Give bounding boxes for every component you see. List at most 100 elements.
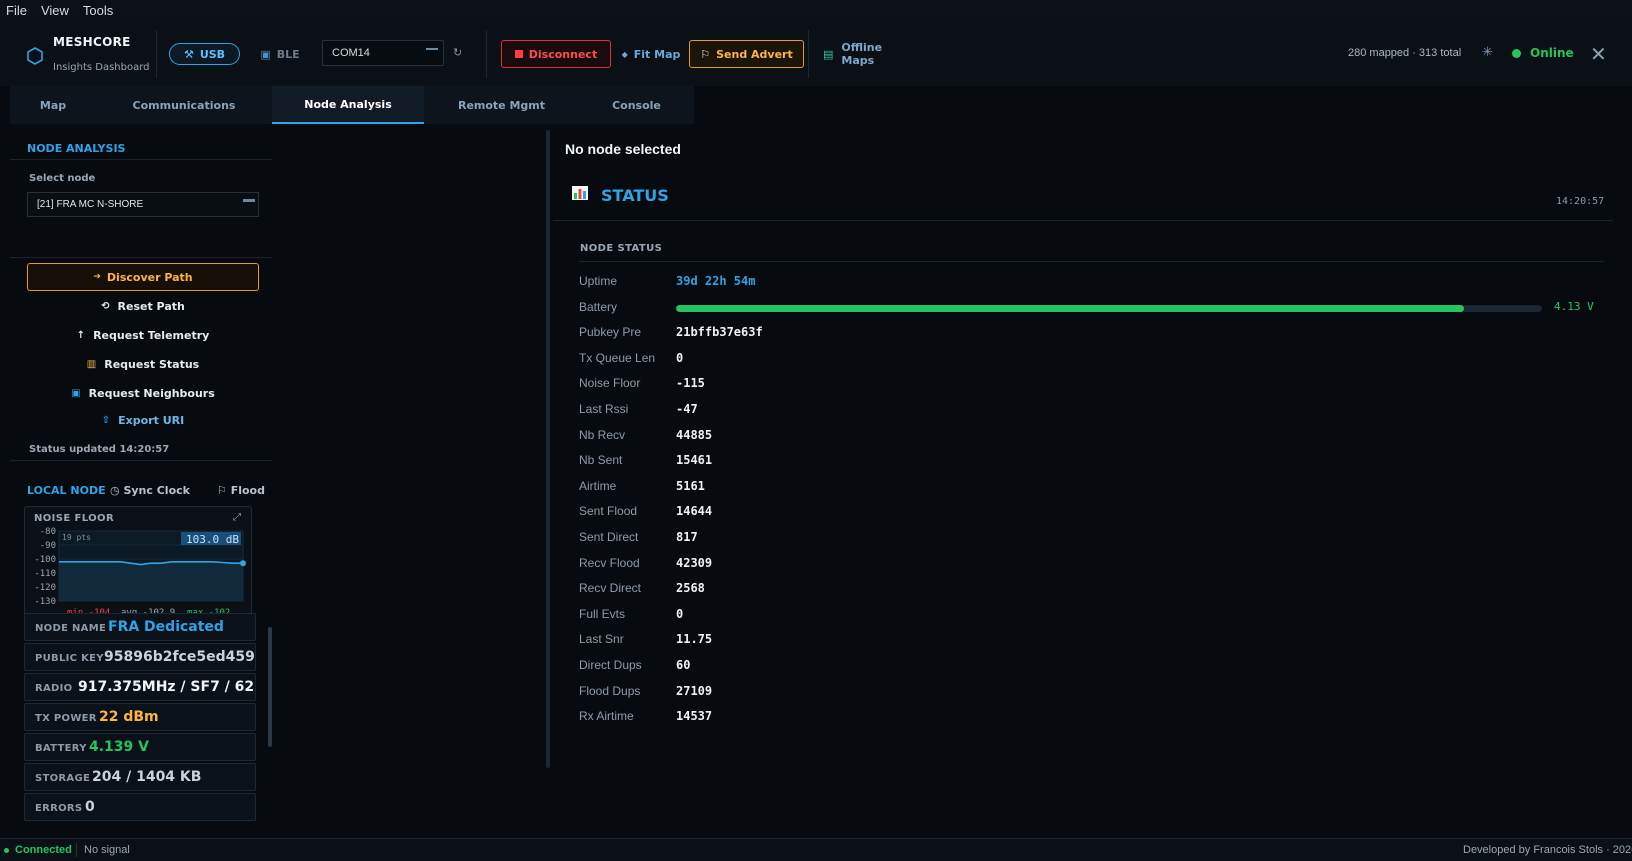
status-key: Nb Recv [579, 427, 626, 442]
y-tick-label: -80 [40, 527, 56, 537]
status-row: Tx Queue Len 0 [579, 348, 1599, 368]
settings-icon[interactable]: ✳ [1482, 45, 1493, 60]
request-status-button[interactable]: ▥ Request Status [27, 353, 259, 375]
usb-button[interactable]: ⚒ USB [169, 43, 240, 65]
send-advert-button[interactable]: ⚐ Send Advert [689, 40, 804, 68]
developer-credit: Developed by Francois Stols · 2026 [1463, 844, 1632, 856]
battery-progress-fill [676, 304, 1465, 312]
status-key: Direct Dups [579, 658, 642, 672]
tab-node-analysis[interactable]: Node Analysis [272, 86, 424, 124]
tab-remote-mgmt[interactable]: Remote Mgmt [424, 86, 579, 124]
node-info-value: 4.139 V [89, 739, 149, 755]
status-value: 5161 [676, 478, 705, 493]
node-info-key: NODE NAME [35, 623, 107, 634]
status-key: Flood Dups [579, 683, 641, 698]
node-info-value: FRA Dedicated [108, 619, 224, 635]
divider [579, 261, 1604, 262]
reset-path-button[interactable]: ⟲ Reset Path [27, 295, 259, 317]
target-icon: ◆ [621, 49, 628, 59]
node-info-key: RADIO [35, 683, 73, 694]
dropdown-icon [426, 48, 438, 50]
status-key: Nb Sent [579, 453, 623, 468]
status-time: 14:20:57 [1556, 196, 1605, 207]
status-row: Last Snr 11.75 [579, 629, 1599, 649]
status-key: Sent Direct [579, 530, 639, 544]
node-info-row: BATTERY 4.139 V [24, 733, 256, 761]
sync-clock-button[interactable]: ◷ Sync Clock [110, 484, 190, 497]
status-value: 27109 [676, 683, 713, 698]
request-telemetry-button[interactable]: ↑ Request Telemetry [27, 324, 259, 346]
status-value: 44885 [676, 427, 713, 442]
node-info-key: BATTERY [35, 743, 87, 754]
status-bar: Connected No signal Developed by Francoi… [0, 838, 1632, 861]
status-key: Rx Airtime [579, 709, 634, 724]
plug-icon: ⚒ [183, 47, 194, 61]
connection-status: Connected [15, 844, 72, 856]
menu-tools[interactable]: Tools [83, 3, 113, 18]
left-scrollbar[interactable] [268, 627, 272, 747]
node-info-row: PUBLIC KEY 95896b2fce5ed459... [24, 643, 256, 671]
close-icon[interactable]: ✕ [1590, 42, 1607, 66]
dropdown-icon [243, 199, 255, 202]
refresh-icon[interactable]: ↻ [453, 46, 462, 59]
export-uri-button[interactable]: ⇧ Export URI [27, 409, 259, 431]
tab-communications[interactable]: Communications [96, 86, 272, 124]
menu-view[interactable]: View [41, 3, 69, 18]
upload-icon: ⇧ [101, 414, 111, 426]
node-info-key: TX POWER [35, 713, 97, 724]
y-tick-label: -130 [34, 597, 56, 607]
node-info-value: 95896b2fce5ed459... [104, 649, 256, 665]
expand-icon[interactable]: ⤢ [233, 512, 241, 523]
offline-maps-button[interactable]: ▤ Offline Maps [823, 41, 915, 67]
flood-icon: ⚐ [217, 484, 227, 497]
node-info-key: PUBLIC KEY [35, 653, 104, 664]
node-info-row: NODE NAME FRA Dedicated [24, 613, 256, 641]
node-info-value: 204 / 1404 KB [92, 769, 202, 785]
disconnect-button[interactable]: Disconnect [501, 40, 611, 68]
hexagon-logo-icon [27, 47, 43, 65]
divider [553, 220, 1613, 221]
node-header: No node selected [565, 141, 681, 157]
status-panel: No node selected STATUS 14:20:57 NODE ST… [553, 130, 1632, 838]
node-info-row: STORAGE 204 / 1404 KB [24, 763, 256, 791]
status-row: Noise Floor -115 [579, 373, 1599, 393]
status-row: Full Evts 0 [579, 604, 1599, 624]
current-value: 103.0 dB [186, 533, 239, 546]
status-value: 14537 [676, 709, 713, 724]
battery-progress-bar [676, 304, 1542, 312]
antenna-icon: ↑ [76, 329, 86, 341]
fit-map-button[interactable]: ◆ Fit Map [621, 43, 681, 65]
node-select[interactable]: [21] FRA MC N-SHORE [27, 192, 259, 217]
noise-floor-chart: -80-90-100-110-120-13019 pts103.0 dBmin … [34, 527, 246, 618]
status-value: 15461 [676, 453, 713, 468]
status-row: Direct Dups 60 [579, 655, 1599, 675]
divider [808, 30, 809, 78]
bar-chart-icon: ▥ [86, 358, 97, 370]
status-row: Rx Airtime 14537 [579, 706, 1599, 726]
noise-floor-title: NOISE FLOOR [34, 513, 115, 524]
status-value: 21bffb37e63f [676, 325, 763, 340]
status-row: Last Rssi -47 [579, 399, 1599, 419]
status-key: Last Snr [579, 632, 624, 647]
port-select[interactable]: COM14 [322, 40, 444, 66]
status-key: Tx Queue Len [579, 350, 656, 365]
status-key: Battery [579, 299, 618, 314]
discover-path-button[interactable]: ➔ Discover Path [27, 263, 259, 291]
noise-floor-current-point [240, 560, 246, 567]
map-scrollbar[interactable] [546, 130, 550, 768]
connected-indicator-icon [4, 848, 9, 853]
status-key: Recv Flood [579, 555, 640, 570]
node-info-value: 0 [85, 799, 95, 815]
node-info-value: 917.375MHz / SF7 / 62.5kHz [78, 679, 255, 695]
ble-button[interactable]: ▣ BLE [255, 43, 305, 65]
stop-icon [514, 50, 523, 58]
request-neighbours-button[interactable]: ▣ Request Neighbours [27, 382, 259, 404]
y-tick-label: -110 [34, 569, 56, 579]
signal-status: No signal [84, 844, 130, 856]
menu-file[interactable]: File [6, 3, 27, 18]
app-title: MESHCORE [53, 35, 131, 49]
status-key: Noise Floor [579, 376, 641, 391]
flood-button[interactable]: ⚐ Flood [217, 484, 265, 497]
tab-console[interactable]: Console [579, 86, 694, 124]
tab-map[interactable]: Map [10, 86, 96, 124]
